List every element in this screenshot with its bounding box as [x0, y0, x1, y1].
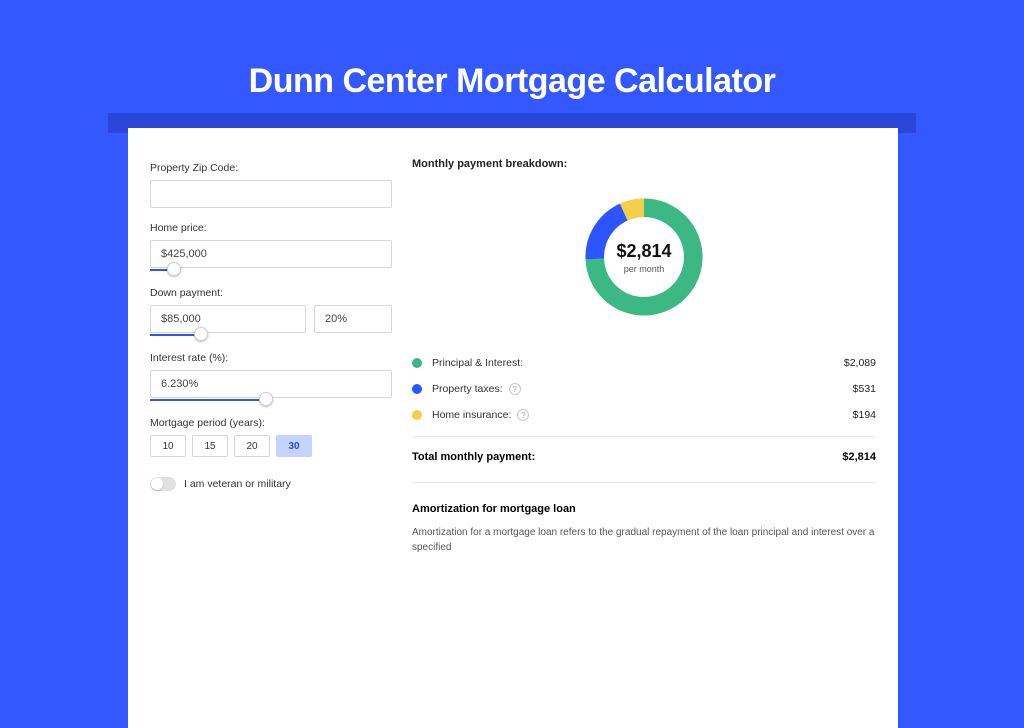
zip-label: Property Zip Code:: [150, 162, 392, 174]
slider-thumb[interactable]: [167, 262, 181, 276]
amortization-text: Amortization for a mortgage loan refers …: [412, 525, 876, 555]
legend-dot: [412, 384, 422, 394]
period-button-15[interactable]: 15: [192, 435, 228, 457]
home-price-input[interactable]: [150, 240, 392, 268]
slider-thumb[interactable]: [194, 327, 208, 341]
info-icon[interactable]: ?: [517, 409, 529, 421]
legend-amount: $531: [853, 383, 876, 395]
interest-label: Interest rate (%):: [150, 352, 392, 364]
legend-amount: $194: [853, 409, 876, 421]
legend-row: Home insurance:? $194: [412, 402, 876, 428]
legend-dot: [412, 410, 422, 420]
breakdown-title: Monthly payment breakdown:: [412, 158, 876, 170]
amortization-title: Amortization for mortgage loan: [412, 503, 876, 515]
legend-dot: [412, 358, 422, 368]
divider: [412, 482, 876, 483]
breakdown-panel: Monthly payment breakdown: $2,814 per mo…: [412, 158, 876, 728]
info-icon[interactable]: ?: [509, 383, 521, 395]
total-label: Total monthly payment:: [412, 451, 535, 463]
down-payment-slider[interactable]: [150, 332, 310, 338]
period-row: 10 15 20 30: [150, 435, 392, 457]
slider-thumb[interactable]: [259, 392, 273, 406]
legend-amount: $2,089: [844, 357, 876, 369]
period-button-10[interactable]: 10: [150, 435, 186, 457]
period-button-30[interactable]: 30: [276, 435, 312, 457]
down-payment-pct-input[interactable]: [314, 305, 392, 333]
toggle-knob: [151, 478, 163, 490]
input-panel: Property Zip Code: Home price: Down paym…: [150, 158, 392, 728]
legend-label: Principal & Interest:: [432, 357, 523, 369]
period-label: Mortgage period (years):: [150, 417, 392, 429]
page-title: Dunn Center Mortgage Calculator: [0, 0, 1024, 101]
donut-center-amount: $2,814: [616, 241, 671, 262]
legend-label: Home insurance:: [432, 409, 511, 421]
calculator-card: Property Zip Code: Home price: Down paym…: [128, 128, 898, 728]
divider: [412, 436, 876, 437]
legend: Principal & Interest: $2,089 Property taxe…: [412, 350, 876, 428]
home-price-slider[interactable]: [150, 267, 392, 273]
home-price-label: Home price:: [150, 222, 392, 234]
slider-fill: [150, 399, 266, 401]
legend-row: Principal & Interest: $2,089: [412, 350, 876, 376]
legend-row: Property taxes:? $531: [412, 376, 876, 402]
veteran-label: I am veteran or military: [184, 478, 291, 490]
interest-slider[interactable]: [150, 397, 392, 403]
veteran-toggle[interactable]: [150, 477, 176, 491]
donut-chart: $2,814 per month: [579, 192, 709, 322]
legend-label: Property taxes:: [432, 383, 503, 395]
donut-center-sub: per month: [624, 264, 665, 274]
period-button-20[interactable]: 20: [234, 435, 270, 457]
down-payment-label: Down payment:: [150, 287, 392, 299]
total-amount: $2,814: [842, 451, 876, 463]
down-payment-input[interactable]: [150, 305, 306, 333]
zip-input[interactable]: [150, 180, 392, 208]
